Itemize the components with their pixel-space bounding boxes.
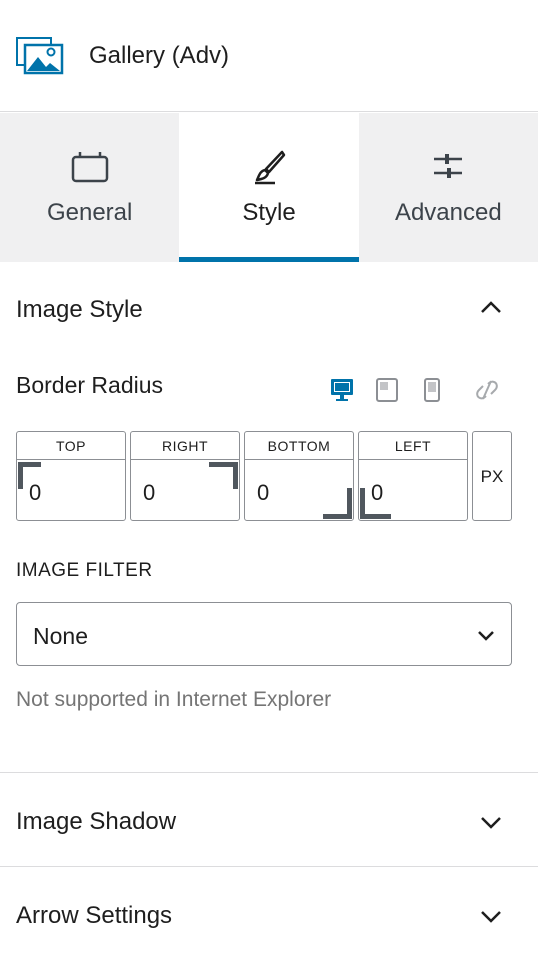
tab-general[interactable]: General [0,113,179,262]
image-filter-label: IMAGE FILTER [16,560,153,581]
corner-bottom-right-icon [323,488,352,519]
radius-left-caption: LEFT [359,432,467,460]
chevron-up-icon[interactable] [480,300,502,314]
radius-left-input[interactable]: 0 [371,480,383,506]
radius-top-field[interactable]: TOP 0 [16,431,126,521]
chevron-down-icon [478,631,494,641]
chevron-down-icon[interactable] [480,816,502,830]
image-filter-help: Not supported in Internet Explorer [16,688,332,711]
image-shadow-title[interactable]: Image Shadow [16,808,176,836]
border-radius-inputs: TOP 0 RIGHT 0 BOTTOM 0 LEFT 0 PX [16,431,512,521]
tab-style-label: Style [242,199,296,226]
general-icon [71,152,108,183]
radius-top-input[interactable]: 0 [29,480,41,506]
block-header: Gallery (Adv) [0,0,538,112]
tab-advanced[interactable]: Advanced [359,113,538,262]
divider [0,772,538,773]
border-radius-label: Border Radius [16,372,164,398]
image-style-title[interactable]: Image Style [16,296,143,324]
radius-bottom-caption: BOTTOM [245,432,353,460]
radius-left-field[interactable]: LEFT 0 [358,431,468,521]
desktop-icon[interactable] [330,378,354,402]
gallery-icon [16,37,64,75]
block-title: Gallery (Adv) [89,42,230,69]
unlink-icon[interactable] [473,378,501,402]
tab-bar: General Style Advanced [0,113,538,262]
radius-top-caption: TOP [17,432,125,460]
arrow-settings-title[interactable]: Arrow Settings [16,902,172,930]
tab-style[interactable]: Style [179,113,359,262]
radius-unit-button[interactable]: PX [472,431,512,521]
mobile-icon[interactable] [420,378,444,402]
brush-icon [254,150,286,185]
tablet-icon[interactable] [375,378,399,402]
radius-right-field[interactable]: RIGHT 0 [130,431,240,521]
radius-right-caption: RIGHT [131,432,239,460]
sliders-icon [434,154,463,178]
image-filter-value: None [33,623,88,649]
chevron-down-icon[interactable] [480,910,502,924]
divider [0,866,538,867]
radius-bottom-field[interactable]: BOTTOM 0 [244,431,354,521]
corner-top-right-icon [209,462,238,489]
image-filter-select[interactable]: None [16,602,512,666]
tab-general-label: General [46,199,133,226]
radius-bottom-input[interactable]: 0 [257,480,269,506]
tab-advanced-label: Advanced [394,199,502,226]
radius-right-input[interactable]: 0 [143,480,155,506]
